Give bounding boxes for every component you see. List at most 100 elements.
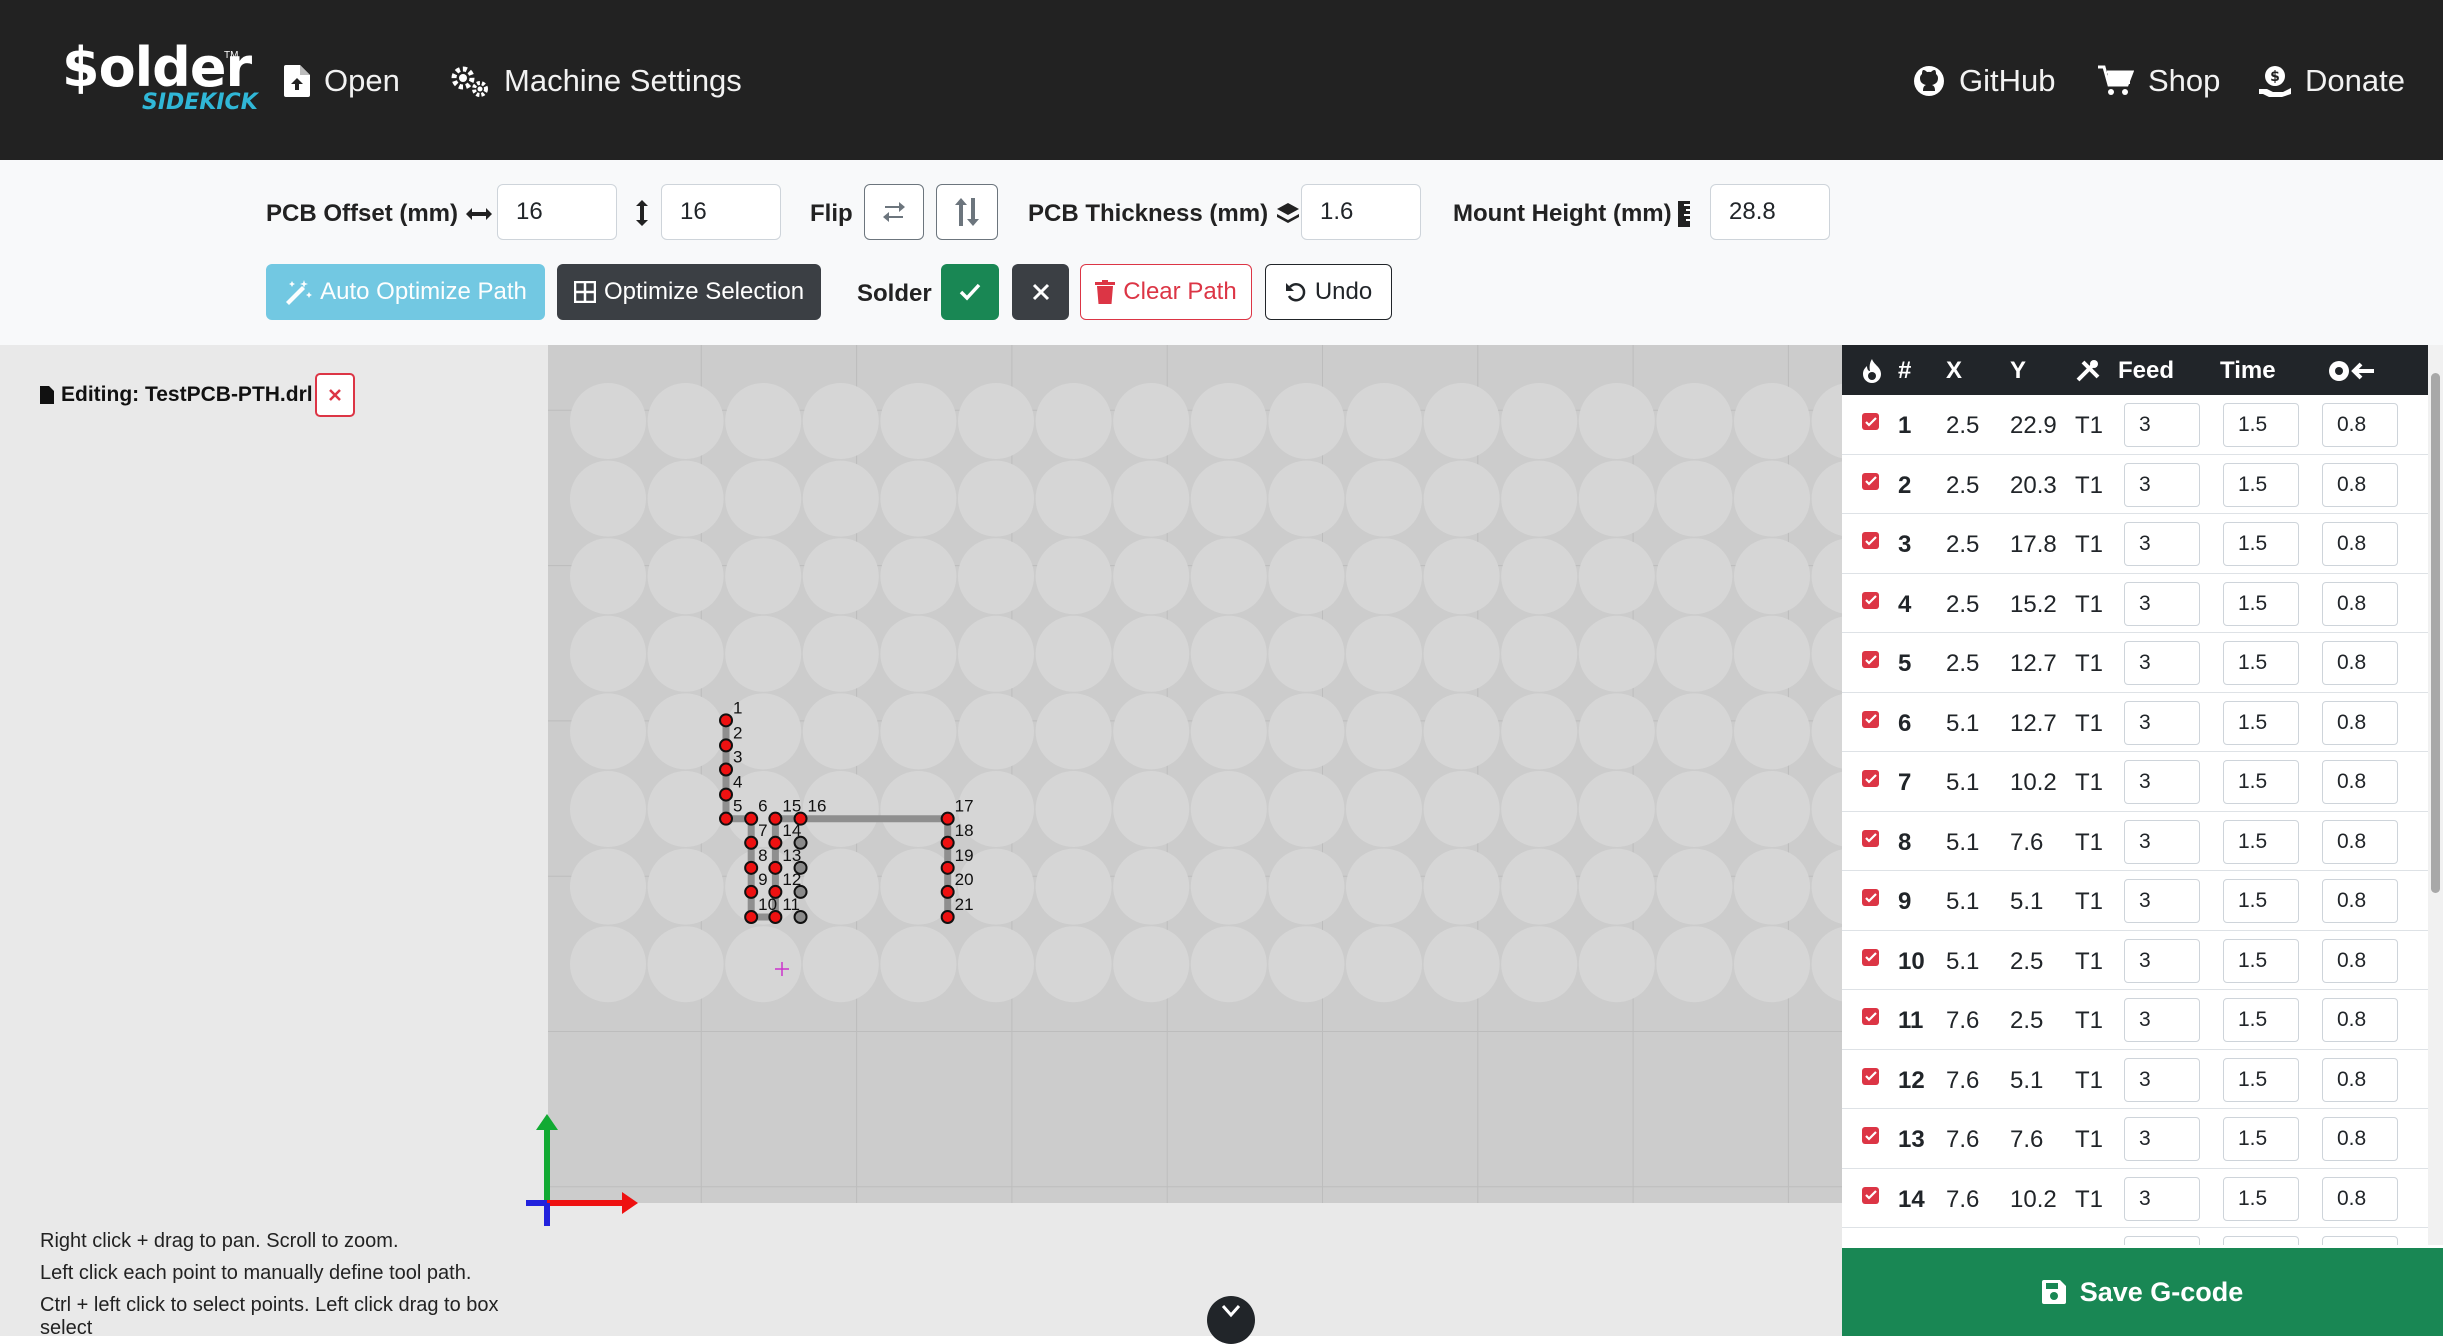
pcb-offset-y-input[interactable] <box>661 184 781 240</box>
row-time-input[interactable] <box>2223 700 2299 745</box>
row-enable-checkbox[interactable] <box>1862 1186 1879 1204</box>
path-point[interactable] <box>940 811 955 826</box>
row-feed-input[interactable] <box>2124 1176 2200 1221</box>
mount-height-input[interactable] <box>1710 184 1830 240</box>
path-point[interactable] <box>793 811 808 826</box>
path-point[interactable] <box>940 860 955 875</box>
solder-disable-button[interactable] <box>1012 264 1069 320</box>
row-retract-input[interactable] <box>2322 641 2398 685</box>
row-enable-checkbox[interactable] <box>1862 889 1879 906</box>
row-feed-input[interactable] <box>2124 522 2200 566</box>
path-point[interactable] <box>940 884 955 899</box>
nav-shop[interactable]: Shop <box>2098 58 2220 104</box>
path-point[interactable] <box>768 835 783 850</box>
row-enable-checkbox[interactable] <box>1862 829 1879 847</box>
row-retract-input[interactable] <box>2322 462 2398 507</box>
path-point[interactable] <box>744 811 759 826</box>
row-enable-checkbox[interactable] <box>1862 1067 1879 1085</box>
row-time-input[interactable] <box>2223 760 2299 804</box>
row-enable-checkbox[interactable] <box>1862 651 1879 668</box>
path-point[interactable] <box>719 762 733 777</box>
row-feed-input[interactable] <box>2124 700 2200 745</box>
path-point[interactable] <box>744 860 759 875</box>
row-time-input[interactable] <box>2223 1176 2299 1221</box>
path-point[interactable] <box>744 884 759 899</box>
row-time-input[interactable] <box>2223 1236 2299 1245</box>
row-feed-input[interactable] <box>2124 998 2200 1042</box>
row-time-input[interactable] <box>2223 879 2299 923</box>
row-time-input[interactable] <box>2223 462 2299 507</box>
path-point[interactable] <box>768 884 783 899</box>
path-point[interactable] <box>768 811 783 826</box>
close-file-button[interactable] <box>315 373 355 417</box>
nav-open[interactable]: Open <box>284 58 400 104</box>
row-time-input[interactable] <box>2223 938 2299 983</box>
scrollbar-thumb[interactable] <box>2431 373 2440 893</box>
row-feed-input[interactable] <box>2124 760 2200 804</box>
row-time-input[interactable] <box>2223 641 2299 685</box>
row-enable-checkbox[interactable] <box>1862 948 1879 966</box>
nav-donate[interactable]: $ Donate <box>2259 58 2405 104</box>
path-point[interactable] <box>719 811 733 826</box>
nav-github[interactable]: GitHub <box>1913 58 2055 104</box>
row-feed-input[interactable] <box>2124 1236 2200 1245</box>
row-retract-input[interactable] <box>2322 403 2398 447</box>
row-feed-input[interactable] <box>2124 938 2200 983</box>
unassigned-point[interactable] <box>793 835 808 850</box>
unassigned-point[interactable] <box>793 884 808 899</box>
row-enable-checkbox[interactable] <box>1862 770 1879 787</box>
row-retract-input[interactable] <box>2322 1176 2398 1221</box>
row-retract-input[interactable] <box>2322 938 2398 983</box>
row-time-input[interactable] <box>2223 403 2299 447</box>
clear-path-button[interactable]: Clear Path <box>1080 264 1252 320</box>
row-retract-input[interactable] <box>2322 819 2398 864</box>
nav-machine-settings[interactable]: Machine Settings <box>450 58 742 104</box>
unassigned-point[interactable] <box>793 910 808 924</box>
row-enable-checkbox[interactable] <box>1862 532 1879 549</box>
table-scrollbar[interactable] <box>2428 345 2443 1245</box>
row-enable-checkbox[interactable] <box>1862 472 1879 490</box>
row-feed-input[interactable] <box>2124 1057 2200 1102</box>
path-point[interactable] <box>719 787 733 802</box>
pcb-canvas[interactable]: 1 2 3 4 5 6 7 8 9 10 11 12 13 14 15 16 17 18 19 20 21 <box>548 345 1842 1203</box>
path-point[interactable] <box>719 713 733 728</box>
row-feed-input[interactable] <box>2124 819 2200 864</box>
path-point[interactable] <box>940 910 955 924</box>
row-feed-input[interactable] <box>2124 641 2200 685</box>
row-time-input[interactable] <box>2223 522 2299 566</box>
row-time-input[interactable] <box>2223 1057 2299 1102</box>
row-feed-input[interactable] <box>2124 462 2200 507</box>
row-enable-checkbox[interactable] <box>1862 413 1879 430</box>
row-retract-input[interactable] <box>2322 760 2398 804</box>
auto-optimize-path-button[interactable]: Auto Optimize Path <box>266 264 545 320</box>
row-retract-input[interactable] <box>2322 1057 2398 1102</box>
pcb-offset-x-input[interactable] <box>497 184 617 240</box>
path-point[interactable] <box>744 910 759 924</box>
path-point[interactable] <box>744 835 759 850</box>
row-retract-input[interactable] <box>2322 998 2398 1042</box>
solder-enable-button[interactable] <box>941 264 999 320</box>
save-gcode-button[interactable]: Save G-code <box>1842 1248 2443 1336</box>
row-feed-input[interactable] <box>2124 879 2200 923</box>
unassigned-point[interactable] <box>793 860 808 875</box>
flip-vertical-button[interactable] <box>936 184 998 240</box>
solder-sidekick-logo[interactable]: $older TM SIDEKICK <box>62 36 258 116</box>
row-retract-input[interactable] <box>2322 879 2398 923</box>
row-enable-checkbox[interactable] <box>1862 710 1879 728</box>
row-enable-checkbox[interactable] <box>1862 1008 1879 1025</box>
path-point[interactable] <box>768 860 783 875</box>
row-feed-input[interactable] <box>2124 403 2200 447</box>
optimize-selection-button[interactable]: Optimize Selection <box>557 264 821 320</box>
row-retract-input[interactable] <box>2322 1117 2398 1161</box>
path-point[interactable] <box>768 910 783 924</box>
row-enable-checkbox[interactable] <box>1862 591 1879 609</box>
row-retract-input[interactable] <box>2322 581 2398 626</box>
path-point[interactable] <box>940 835 955 850</box>
path-point[interactable] <box>719 738 733 753</box>
row-retract-input[interactable] <box>2322 700 2398 745</box>
row-time-input[interactable] <box>2223 819 2299 864</box>
flip-horizontal-button[interactable] <box>864 184 924 240</box>
row-feed-input[interactable] <box>2124 1117 2200 1161</box>
row-retract-input[interactable] <box>2322 1236 2398 1245</box>
expand-console-button[interactable] <box>1207 1296 1255 1344</box>
